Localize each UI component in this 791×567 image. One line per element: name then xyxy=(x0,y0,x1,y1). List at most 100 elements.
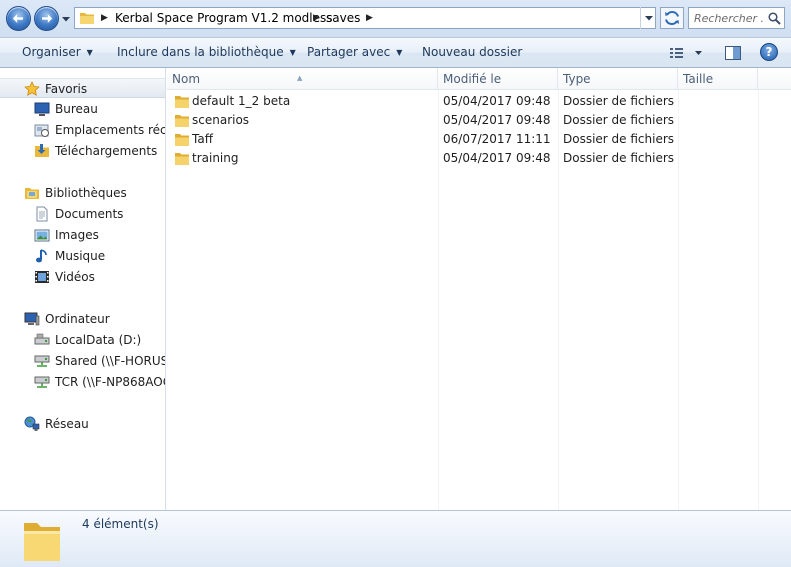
include-in-library-button[interactable]: Inclure dans la bibliothèque ▼ xyxy=(117,38,296,67)
share-label: Partager avec xyxy=(307,45,391,59)
folder-icon xyxy=(175,134,189,146)
file-type: Dossier de fichiers xyxy=(563,113,675,127)
address-row: ▶ Kerbal Space Program V1.2 modless ▶ sa… xyxy=(0,0,791,37)
file-name: Taff xyxy=(192,132,213,146)
chevron-down-icon: ▼ xyxy=(396,48,403,57)
column-size[interactable]: Taille xyxy=(678,68,758,90)
table-row[interactable]: training 05/04/2017 09:48 Dossier de fic… xyxy=(167,149,757,168)
nav-documents[interactable]: Documents xyxy=(0,204,165,224)
preview-pane-button[interactable] xyxy=(724,44,742,62)
organize-label: Organiser xyxy=(22,45,81,59)
file-modified: 05/04/2017 09:48 xyxy=(443,151,551,165)
nav-videos[interactable]: Vidéos xyxy=(0,267,165,287)
file-list: Nom ▲ Modifié le Type Taille default 1_2… xyxy=(167,68,791,510)
file-name: default 1_2 beta xyxy=(192,94,291,108)
search-input[interactable] xyxy=(692,9,766,27)
nav-item-label: Bureau xyxy=(55,102,98,116)
nav-downloads[interactable]: Téléchargements xyxy=(0,141,165,161)
address-dropdown-button[interactable] xyxy=(640,7,656,29)
refresh-icon xyxy=(665,11,679,25)
table-row[interactable]: Taff 06/07/2017 11:11 Dossier de fichier… xyxy=(167,130,757,149)
hard-drive-icon xyxy=(34,333,50,345)
pictures-icon xyxy=(34,229,50,242)
refresh-button[interactable] xyxy=(660,7,684,29)
new-folder-label: Nouveau dossier xyxy=(422,45,523,59)
chevron-down-icon xyxy=(645,16,653,21)
nav-network[interactable]: Réseau xyxy=(0,414,165,434)
address-bar[interactable]: ▶ Kerbal Space Program V1.2 modless ▶ sa… xyxy=(74,7,656,29)
nav-item-label: LocalData (D:) xyxy=(55,333,142,347)
nav-computer[interactable]: Ordinateur xyxy=(0,309,165,329)
item-count: 4 élément(s) xyxy=(82,517,159,531)
file-modified: 06/07/2017 11:11 xyxy=(443,132,551,146)
computer-icon xyxy=(24,312,40,326)
breadcrumb-chevron-icon[interactable]: ▶ xyxy=(313,8,320,28)
nav-pictures[interactable]: Images xyxy=(0,225,165,245)
nav-local-drive[interactable]: LocalData (D:) xyxy=(0,330,165,350)
nav-item-label: Téléchargements xyxy=(55,144,158,158)
file-modified: 05/04/2017 09:48 xyxy=(443,94,551,108)
search-icon[interactable] xyxy=(768,12,781,25)
breadcrumb-chevron-icon[interactable]: ▶ xyxy=(366,8,373,28)
folder-icon xyxy=(24,523,60,561)
change-view-button[interactable] xyxy=(668,44,708,62)
nav-recent-places[interactable]: Emplacements récer xyxy=(0,120,166,140)
nav-item-label: Images xyxy=(55,228,99,242)
column-name[interactable]: Nom ▲ xyxy=(167,68,438,90)
nav-favorites-label: Favoris xyxy=(45,82,88,96)
forward-button[interactable] xyxy=(34,6,59,31)
nav-libraries[interactable]: Bibliothèques xyxy=(0,183,165,203)
file-modified: 05/04/2017 09:48 xyxy=(443,113,551,127)
help-button[interactable]: ? xyxy=(760,43,778,61)
search-box[interactable] xyxy=(688,7,785,29)
command-bar: Organiser ▼ Inclure dans la bibliothèque ▼… xyxy=(0,37,791,68)
sort-ascending-icon: ▲ xyxy=(297,74,303,82)
folder-icon xyxy=(175,153,189,165)
column-type-label: Type xyxy=(563,72,591,86)
recent-places-icon xyxy=(34,124,49,137)
column-header: Nom ▲ Modifié le Type Taille xyxy=(167,68,791,90)
nav-item-label: TCR (\\F-NP868AOC xyxy=(55,375,166,389)
back-arrow-icon xyxy=(12,14,23,23)
nav-network-drive-tcr[interactable]: TCR (\\F-NP868AOC xyxy=(0,372,166,392)
file-type: Dossier de fichiers xyxy=(563,94,675,108)
help-icon: ? xyxy=(765,45,773,59)
details-pane: 4 élément(s) xyxy=(0,510,791,567)
nav-desktop[interactable]: Bureau xyxy=(0,99,165,119)
nav-libraries-label: Bibliothèques xyxy=(45,186,127,200)
nav-network-drive-horus[interactable]: Shared (\\F-HORUS) xyxy=(0,351,165,371)
preview-pane-icon xyxy=(725,46,741,60)
navigation-pane: Favoris Bureau Emplacements récer Téléch… xyxy=(0,68,166,510)
nav-item-label: Musique xyxy=(55,249,106,263)
breadcrumb-item[interactable]: Kerbal Space Program V1.2 modless xyxy=(115,8,333,28)
nav-network-label: Réseau xyxy=(45,417,89,431)
chevron-down-icon: ▼ xyxy=(289,48,296,57)
column-type[interactable]: Type xyxy=(558,68,678,90)
videos-icon xyxy=(35,271,49,283)
nav-item-label: Documents xyxy=(55,207,124,221)
breadcrumb-item[interactable]: saves xyxy=(326,8,360,28)
folder-icon xyxy=(80,13,94,24)
downloads-icon xyxy=(35,144,49,157)
organize-menu-button[interactable]: Organiser ▼ xyxy=(22,38,93,67)
documents-icon xyxy=(36,206,48,222)
table-row[interactable]: scenarios 05/04/2017 09:48 Dossier de fi… xyxy=(167,111,757,130)
nav-favorites[interactable]: Favoris xyxy=(0,78,165,98)
breadcrumb-chevron-icon[interactable]: ▶ xyxy=(101,8,108,28)
network-drive-icon xyxy=(34,355,50,367)
file-name: training xyxy=(192,151,239,165)
column-modified[interactable]: Modifié le xyxy=(438,68,558,90)
nav-music[interactable]: Musique xyxy=(0,246,165,266)
table-row[interactable]: default 1_2 beta 05/04/2017 09:48 Dossie… xyxy=(167,92,757,111)
new-folder-button[interactable]: Nouveau dossier xyxy=(422,38,522,67)
file-type: Dossier de fichiers xyxy=(563,151,675,165)
chevron-down-icon: ▼ xyxy=(86,48,93,57)
share-with-button[interactable]: Partager avec ▼ xyxy=(307,38,402,67)
file-type: Dossier de fichiers xyxy=(563,132,675,146)
nav-item-label: Emplacements récer xyxy=(55,123,166,137)
back-button[interactable] xyxy=(6,6,31,31)
column-size-label: Taille xyxy=(683,72,714,86)
column-name-label: Nom xyxy=(172,72,201,86)
music-icon xyxy=(36,249,47,263)
history-dropdown-icon[interactable] xyxy=(61,14,71,24)
